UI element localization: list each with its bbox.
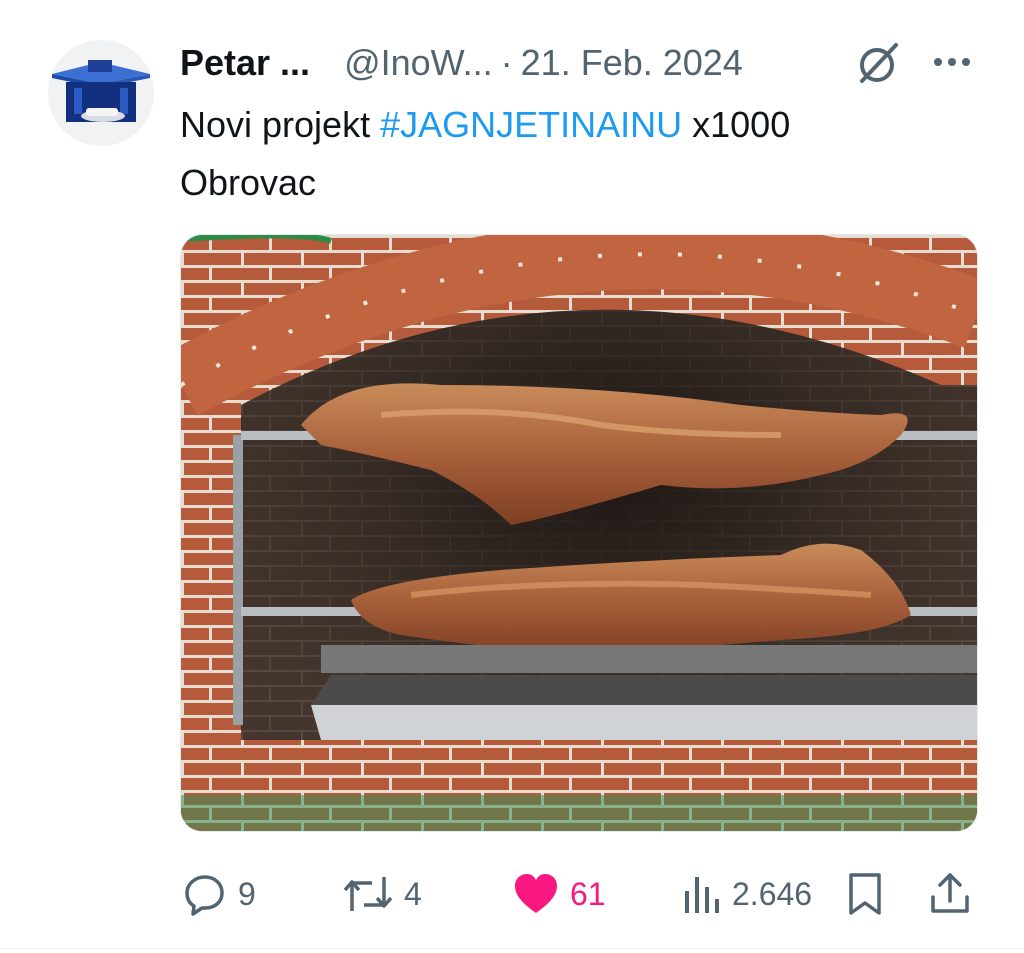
author-handle[interactable]: @InoW... <box>344 42 493 84</box>
tweet-text-before: Novi projekt <box>180 104 381 145</box>
share-icon <box>931 873 969 913</box>
tweet-text-after: x1000 <box>682 104 791 145</box>
tweet-date[interactable]: 21. Feb. 2024 <box>521 42 743 84</box>
tweet-actions: 9 4 61 2.646 <box>0 862 1024 926</box>
gas-station-logo-icon <box>48 40 154 146</box>
separator-dot: · <box>500 42 513 83</box>
views-count: 2.646 <box>732 875 813 912</box>
avatar[interactable] <box>48 40 154 146</box>
tweet-line-1: Novi projekt #JAGNJETINAINU x1000 <box>180 96 960 154</box>
views-button[interactable]: 2.646 <box>682 862 812 926</box>
like-button[interactable]: 61 <box>512 862 606 926</box>
tweet-photo[interactable] <box>180 234 978 832</box>
tweet-line-2: Obrovac <box>180 162 317 203</box>
author-name[interactable]: Petar ... <box>180 42 310 84</box>
reply-icon <box>185 875 224 916</box>
tweet-header: Petar ... @InoW... · 21. Feb. 2024 <box>180 38 743 88</box>
grok-icon[interactable] <box>852 38 902 88</box>
hashtag-link[interactable]: #JAGNJETINAINU <box>380 104 682 145</box>
tweet-text: Novi projekt #JAGNJETINAINU x1000 Obrova… <box>180 96 960 212</box>
bookmark-icon <box>849 873 881 915</box>
bookmark-button[interactable] <box>846 862 884 926</box>
heart-filled-icon <box>515 874 557 913</box>
share-button[interactable] <box>928 862 972 926</box>
more-options-icon[interactable] <box>930 48 974 76</box>
retweet-button[interactable]: 4 <box>342 862 422 926</box>
rotisserie-photo <box>181 235 977 831</box>
reply-count: 9 <box>238 875 256 912</box>
reply-button[interactable]: 9 <box>182 862 256 926</box>
divider <box>0 948 1024 949</box>
views-chart-icon <box>685 877 719 913</box>
retweet-count: 4 <box>404 875 422 912</box>
like-count: 61 <box>570 875 606 912</box>
retweet-icon <box>343 877 393 911</box>
